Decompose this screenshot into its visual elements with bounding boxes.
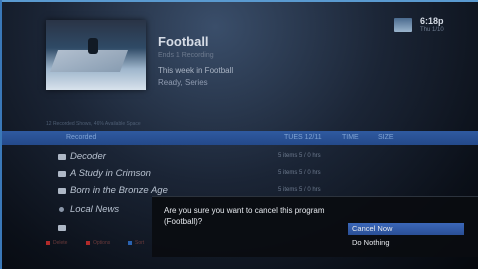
program-series: Ready, Series (158, 78, 208, 87)
folder-icon (58, 188, 66, 194)
clock-time: 6:18p (420, 16, 444, 26)
legend-delete: Delete (53, 240, 68, 246)
header-time[interactable]: TIME (342, 134, 359, 141)
list-caption: 12 Recorded Shows, 46% Available Space (46, 121, 141, 127)
folder-icon (58, 225, 66, 231)
list-header: Recorded TUES 12/11 TIME SIZE (2, 131, 478, 145)
list-item[interactable]: Decoder 5 items 5 / 0 hrs (46, 150, 446, 164)
dialog-message: Are you sure you want to cancel this pro… (164, 206, 325, 226)
program-subtitle: Ends 1 Recording (158, 52, 214, 59)
channel-thumbnail-icon (394, 18, 412, 32)
list-item-name: A Study in Crimson (70, 168, 151, 179)
top-border (0, 0, 478, 2)
red-key-icon (46, 241, 50, 245)
thumbnail-figure (88, 38, 98, 54)
header-name[interactable]: Recorded (66, 134, 96, 141)
program-episode: This week in Football (158, 66, 234, 75)
list-item-info: 5 items 5 / 0 hrs (278, 170, 321, 176)
folder-icon (58, 171, 66, 177)
list-item[interactable]: A Study in Crimson 5 items 5 / 0 hrs (46, 167, 446, 181)
header-size[interactable]: SIZE (378, 134, 394, 141)
legend-sort: Sort (135, 240, 145, 246)
legend-options: Options (93, 240, 111, 246)
blue-key-icon (128, 241, 132, 245)
cancel-now-button[interactable]: Cancel Now (348, 223, 464, 235)
program-thumbnail (46, 20, 146, 90)
do-nothing-button[interactable]: Do Nothing (348, 237, 464, 249)
red-key-icon (86, 241, 90, 245)
program-title: Football (158, 34, 209, 49)
list-item-name: Decoder (70, 151, 106, 162)
clock-date: Thu 1/10 (420, 27, 444, 33)
folder-icon (58, 154, 66, 160)
clock: 6:18p Thu 1/10 (394, 16, 458, 38)
cancel-dialog: Are you sure you want to cancel this pro… (152, 196, 478, 257)
recording-dot-icon (59, 207, 64, 212)
list-item-info: 5 items 5 / 0 hrs (278, 153, 321, 159)
dvr-screen: Football Ends 1 Recording This week in F… (0, 0, 478, 269)
list-item-info: 5 items 5 / 0 hrs (278, 187, 321, 193)
list-item-name: Born in the Bronze Age (70, 185, 168, 196)
header-date[interactable]: TUES 12/11 (284, 134, 322, 141)
list-item-name: Local News (70, 204, 120, 215)
